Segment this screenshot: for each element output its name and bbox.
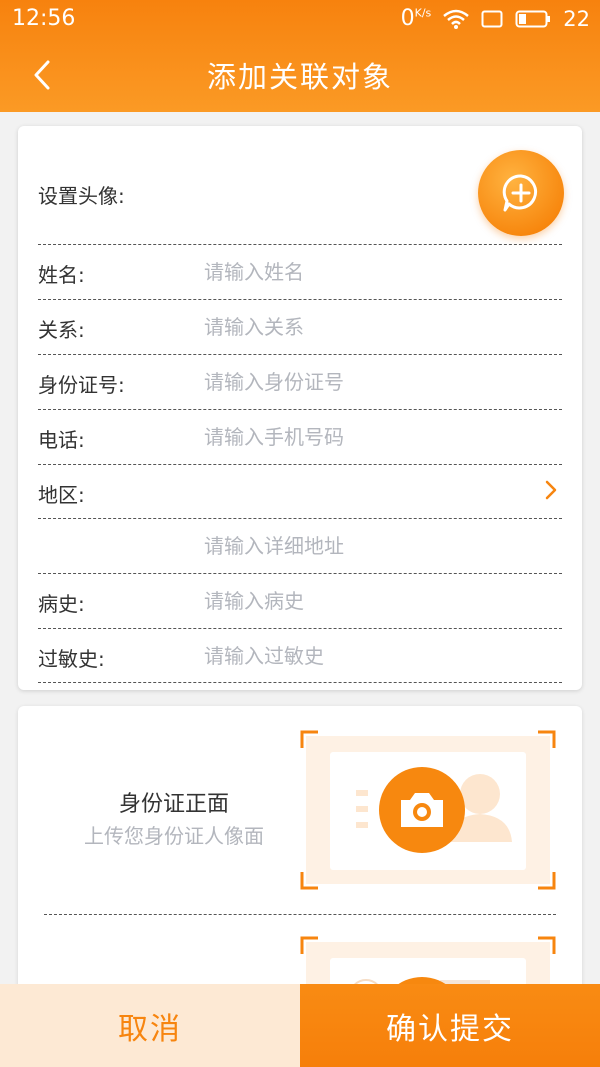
name-row: 姓名: <box>38 244 562 298</box>
relation-row: 关系: <box>38 299 562 353</box>
allergy-history-input[interactable] <box>204 637 544 675</box>
phone-row: 电话: <box>38 409 562 463</box>
id-number-input[interactable] <box>204 363 544 401</box>
battery-icon <box>515 10 551 27</box>
app-header: 12:56 0K/s 22 添加关联对象 <box>0 0 600 112</box>
id-divider <box>44 914 556 915</box>
add-chat-icon <box>502 174 537 212</box>
medical-history-input[interactable] <box>204 582 544 620</box>
phone-input[interactable] <box>204 418 544 456</box>
page-title: 添加关联对象 <box>206 60 393 94</box>
phone-label: 电话: <box>38 428 85 452</box>
status-time: 12:56 <box>12 6 76 31</box>
address-row <box>38 518 562 572</box>
region-label: 地区: <box>38 483 85 507</box>
relation-input[interactable] <box>204 308 544 346</box>
id-front-title: 身份证正面 <box>118 792 229 817</box>
status-bar: 12:56 0K/s 22 <box>0 0 600 38</box>
wifi-icon <box>443 9 470 29</box>
name-input[interactable] <box>204 253 544 291</box>
medical-history-label: 病史: <box>38 592 85 616</box>
submit-button[interactable]: 确认提交 <box>300 984 600 1067</box>
name-label: 姓名: <box>38 263 85 287</box>
id-front-upload[interactable] <box>300 730 556 890</box>
form-card: 设置头像: 姓名: 关系: 身份证号: 电话: 地区: 病史: 过敏史: <box>18 126 582 690</box>
id-front-subtitle: 上传您身份证人像面 <box>84 824 264 848</box>
bottom-action-bar: 取消 确认提交 <box>0 984 600 1067</box>
net-speed: 0K/s <box>401 6 432 31</box>
id-number-row: 身份证号: <box>38 354 562 408</box>
id-number-label: 身份证号: <box>38 373 125 397</box>
form-divider <box>38 682 562 683</box>
chevron-right-icon[interactable] <box>544 479 558 501</box>
add-avatar-button[interactable] <box>478 150 564 236</box>
screen-icon <box>481 10 503 27</box>
avatar-label: 设置头像: <box>38 184 125 208</box>
region-row[interactable]: 地区: <box>38 464 562 518</box>
net-speed-value: 0 <box>400 6 415 31</box>
allergy-history-row: 过敏史: <box>38 628 562 682</box>
medical-history-row: 病史: <box>38 573 562 627</box>
net-speed-unit: K/s <box>414 6 432 20</box>
battery-level: 22 <box>563 6 590 31</box>
allergy-history-label: 过敏史: <box>38 647 105 671</box>
status-icons: 0K/s 22 <box>401 6 590 31</box>
address-input[interactable] <box>204 527 544 565</box>
relation-label: 关系: <box>38 318 85 342</box>
cancel-button[interactable]: 取消 <box>0 984 300 1067</box>
